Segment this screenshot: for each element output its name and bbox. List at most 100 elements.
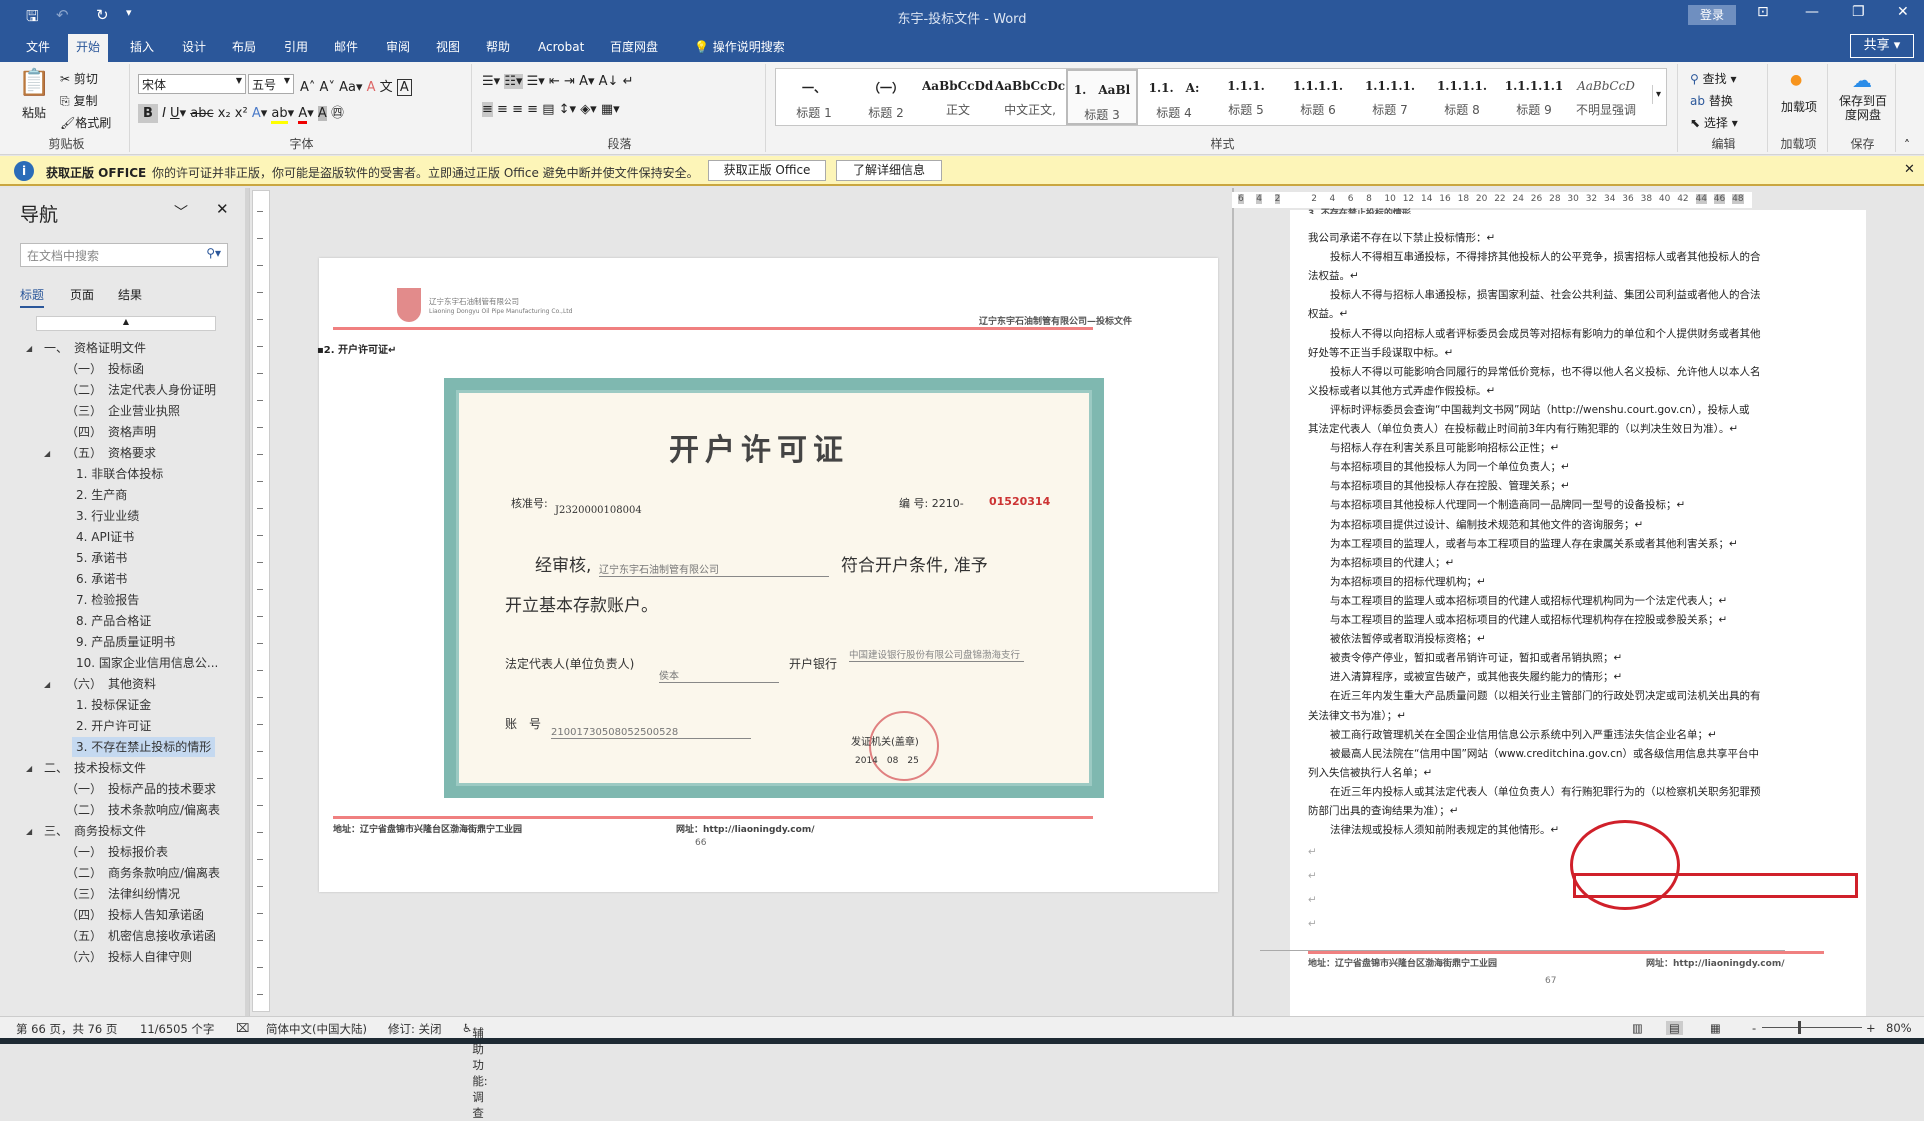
copy-button[interactable]: ⎘ 复制 [60, 92, 97, 109]
numbering-icon[interactable]: ☷▾ [504, 74, 523, 89]
nav-scroll-up-button[interactable]: ▲ [36, 316, 216, 331]
font-size-select[interactable]: 五号 ▼ [248, 74, 294, 94]
styles-more-button[interactable]: ▾ [1651, 85, 1664, 104]
paste-button[interactable]: 粘贴 [22, 104, 46, 121]
tab-view[interactable]: 视图 [428, 38, 468, 62]
nav-heading-item[interactable]: （四） 资格声明 [0, 422, 245, 442]
style-item[interactable]: 1.1.1. 标题 5 [1210, 69, 1282, 125]
bullets-icon[interactable]: ☰▾ [482, 74, 500, 89]
tab-file[interactable]: 文件 [18, 38, 58, 62]
tab-baidu[interactable]: 百度网盘 [602, 38, 666, 62]
nav-heading-item[interactable]: ◢ （五） 资格要求 [0, 443, 245, 463]
nav-search-input[interactable]: 在文档中搜索 ⚲▾ [20, 243, 228, 267]
paste-icon[interactable]: 📋 [18, 68, 50, 98]
clear-format-icon[interactable]: A [367, 80, 376, 95]
zoom-level[interactable]: 80% [1886, 1021, 1912, 1035]
language[interactable]: 简体中文(中国大陆) [266, 1021, 367, 1037]
nav-scrollbar[interactable] [245, 188, 249, 1016]
accessibility-status[interactable]: ♿ 辅助功能: 调查 [462, 1021, 488, 1120]
login-button[interactable]: 登录 [1688, 5, 1736, 25]
nav-heading-item[interactable]: ◢ （六） 其他资料 [0, 674, 245, 694]
nav-tab-results[interactable]: 结果 [118, 286, 142, 303]
nav-heading-item[interactable]: （二） 商务条款响应/偏离表 [0, 863, 245, 883]
style-item[interactable]: 1.1.1.1. 标题 7 [1354, 69, 1426, 125]
style-item[interactable]: 1. AaBl 标题 3 [1066, 69, 1138, 125]
nav-heading-item[interactable]: 10. 国家企业信用信息公... [0, 653, 245, 673]
justify-icon[interactable]: ≡ [527, 102, 538, 117]
style-item[interactable]: AaBbCcDc 中文正文, [994, 69, 1066, 125]
tab-review[interactable]: 审阅 [378, 38, 418, 62]
zoom-in-icon[interactable]: + [1866, 1021, 1876, 1035]
style-item[interactable]: AaBbCcD 不明显强调 [1570, 69, 1642, 125]
print-layout-icon[interactable]: ▤ [1666, 1021, 1683, 1035]
text-effects-icon[interactable]: A [252, 106, 261, 121]
zoom-slider-thumb[interactable] [1798, 1021, 1801, 1034]
expand-triangle-icon[interactable]: ◢ [44, 444, 50, 464]
highlight-icon[interactable]: ab [271, 106, 288, 124]
align-center-icon[interactable]: ≡ [497, 102, 508, 117]
subscript-icon[interactable]: x₂ [218, 106, 231, 121]
tab-help[interactable]: 帮助 [478, 38, 518, 62]
borders-icon[interactable]: ▦▾ [601, 102, 620, 117]
nav-heading-item[interactable]: （一） 投标函 [0, 359, 245, 379]
format-painter-button[interactable]: 🖌格式刷 [60, 114, 111, 131]
distributed-icon[interactable]: ▤ [542, 102, 554, 117]
tab-references[interactable]: 引用 [276, 38, 316, 62]
sort-icon[interactable]: A↓ [599, 74, 619, 89]
underline-icon[interactable]: U [170, 106, 180, 121]
save-baidu-button[interactable]: 保存到百度网盘 [1834, 94, 1892, 122]
font-color-icon[interactable]: A [298, 106, 308, 124]
share-button[interactable]: 共享 ▾ [1850, 34, 1914, 58]
style-item[interactable]: AaBbCcDdI 正文 [922, 69, 994, 125]
nav-heading-item[interactable]: ◢ 一、 资格证明文件 [0, 338, 245, 358]
addins-button[interactable]: 加载项 [1778, 98, 1820, 115]
tab-design[interactable]: 设计 [174, 38, 214, 62]
get-genuine-button[interactable]: 获取正版 Office [708, 160, 826, 181]
style-item[interactable]: （一） 标题 2 [850, 69, 922, 125]
nav-heading-item[interactable]: 7. 检验报告 [0, 590, 245, 610]
find-button[interactable]: ⚲ 查找 ▾ [1690, 70, 1736, 87]
close-icon[interactable]: ✕ [1897, 4, 1909, 20]
zoom-slider[interactable] [1762, 1027, 1862, 1028]
nav-heading-item[interactable]: ◢ 二、 技术投标文件 [0, 758, 245, 778]
expand-triangle-icon[interactable]: ◢ [26, 759, 32, 779]
close-infobar-icon[interactable]: ✕ [1904, 162, 1915, 177]
nav-heading-item[interactable]: （四） 投标人告知承诺函 [0, 905, 245, 925]
nav-heading-item[interactable]: （一） 投标产品的技术要求 [0, 779, 245, 799]
increase-indent-icon[interactable]: ⇥ [564, 74, 575, 89]
nav-tab-pages[interactable]: 页面 [70, 286, 94, 303]
nav-heading-item[interactable]: （六） 投标人自律守则 [0, 947, 245, 967]
nav-heading-item[interactable]: 9. 产品质量证明书 [0, 632, 245, 652]
ribbon-display-icon[interactable]: ⊡ [1757, 4, 1769, 20]
font-name-select[interactable]: 宋体 ▼ [138, 74, 246, 94]
nav-heading-item[interactable]: 8. 产品合格证 [0, 611, 245, 631]
tab-acrobat[interactable]: Acrobat [530, 38, 592, 62]
nav-heading-item[interactable]: 1. 投标保证金 [0, 695, 245, 715]
asian-layout-icon[interactable]: A▾ [579, 74, 594, 89]
tab-mailings[interactable]: 邮件 [326, 38, 366, 62]
search-icon[interactable]: ⚲▾ [206, 246, 221, 260]
style-item[interactable]: 1.1. A: 标题 4 [1138, 69, 1210, 125]
align-left-icon[interactable]: ≡ [482, 102, 493, 117]
style-item[interactable]: 1.1.1.1.1 标题 9 [1498, 69, 1570, 125]
select-button[interactable]: ⬉ 选择 ▾ [1690, 114, 1738, 131]
nav-heading-item[interactable]: 3. 行业业绩 [0, 506, 245, 526]
style-item[interactable]: 一、 标题 1 [778, 69, 850, 125]
tell-me-search[interactable]: 💡 操作说明搜索 [686, 38, 793, 62]
nav-options-icon[interactable]: ﹀ [174, 202, 188, 222]
superscript-icon[interactable]: x² [235, 106, 248, 121]
nav-heading-item[interactable]: 3. 不存在禁止投标的情形 [0, 737, 245, 757]
nav-close-icon[interactable]: ✕ [216, 200, 229, 218]
strikethrough-icon[interactable]: abc [190, 106, 213, 121]
char-border-icon[interactable]: A [396, 79, 412, 96]
style-item[interactable]: 1.1.1.1. 标题 6 [1282, 69, 1354, 125]
collapse-ribbon-icon[interactable]: ˄ [1904, 138, 1910, 152]
tab-insert[interactable]: 插入 [122, 38, 162, 62]
nav-heading-item[interactable]: （三） 法律纠纷情况 [0, 884, 245, 904]
decrease-indent-icon[interactable]: ⇤ [549, 74, 560, 89]
page-count[interactable]: 第 66 页，共 76 页 [16, 1021, 117, 1037]
nav-heading-item[interactable]: 1. 非联合体投标 [0, 464, 245, 484]
shading-icon[interactable]: ◈▾ [580, 102, 597, 117]
minimize-icon[interactable]: — [1805, 4, 1819, 20]
word-count[interactable]: 11/6505 个字 [140, 1021, 214, 1037]
